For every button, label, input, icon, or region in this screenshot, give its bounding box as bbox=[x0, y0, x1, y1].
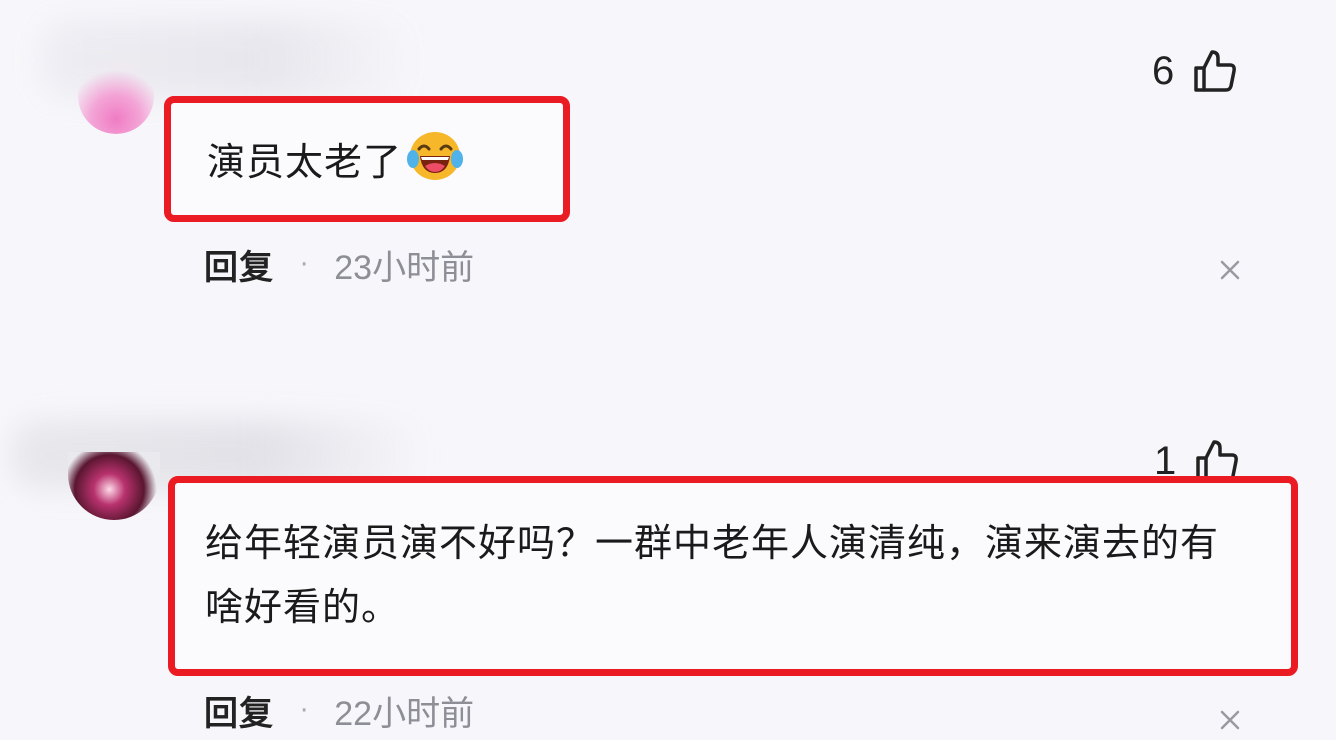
laughing-tears-emoji-icon bbox=[406, 129, 464, 200]
comment-footer: 回复 · 23小时前 bbox=[204, 240, 474, 289]
comment-item: 6 演员太老了 回复 · 23小时前 bbox=[0, 0, 1336, 380]
avatar[interactable] bbox=[68, 452, 160, 520]
separator: · bbox=[300, 249, 309, 280]
separator: · bbox=[300, 695, 309, 726]
comment-item: 1 给年轻演员演不好吗？一群中老年人演清纯，演来演去的有啥好看的。 回复 · 2… bbox=[0, 410, 1336, 740]
highlight-box: 演员太老了 bbox=[164, 96, 570, 222]
comment-text: 给年轻演员演不好吗？一群中老年人演清纯，演来演去的有啥好看的。 bbox=[205, 521, 1220, 629]
thumbs-up-icon[interactable] bbox=[1192, 48, 1238, 94]
like-count: 6 bbox=[1152, 48, 1175, 93]
like-control[interactable]: 6 bbox=[1152, 48, 1238, 94]
close-icon[interactable] bbox=[1216, 706, 1244, 734]
highlight-box: 给年轻演员演不好吗？一群中老年人演清纯，演来演去的有啥好看的。 bbox=[168, 476, 1298, 676]
comment-body: 演员太老了 bbox=[207, 140, 403, 184]
close-icon[interactable] bbox=[1216, 256, 1244, 284]
timestamp: 22小时前 bbox=[334, 695, 475, 733]
comment-text: 演员太老了 bbox=[207, 129, 464, 200]
reply-button[interactable]: 回复 bbox=[204, 686, 274, 735]
avatar[interactable] bbox=[78, 60, 154, 134]
comment-footer: 回复 · 22小时前 bbox=[204, 686, 474, 735]
reply-button[interactable]: 回复 bbox=[204, 240, 274, 289]
timestamp: 23小时前 bbox=[334, 249, 475, 287]
